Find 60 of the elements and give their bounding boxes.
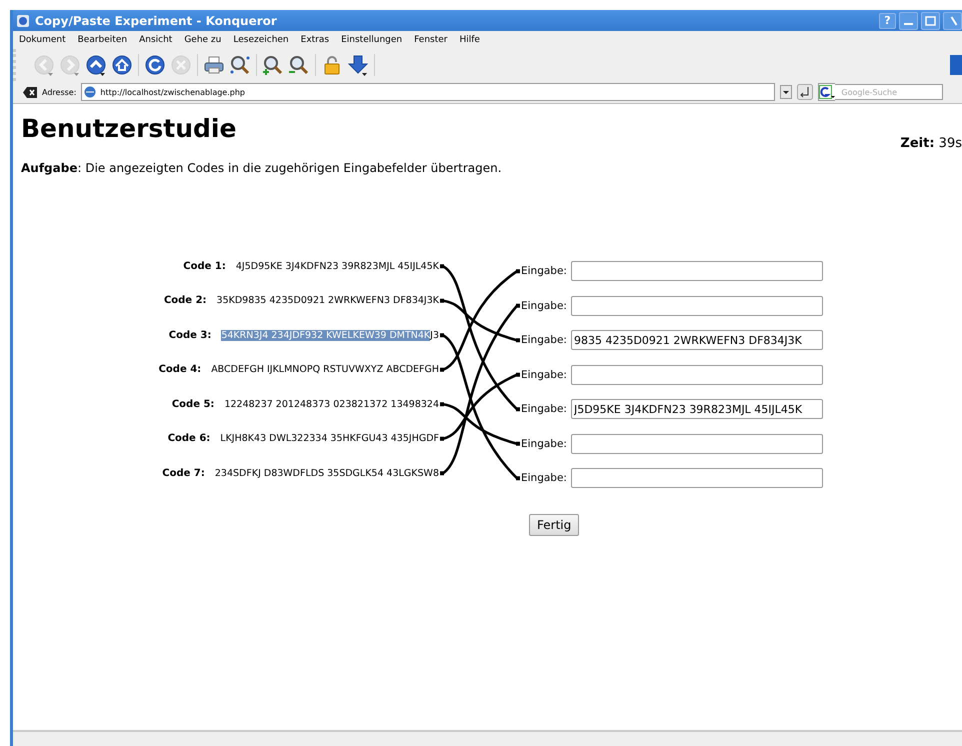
code-text: 4J5D95KE 3J4KDFN23 39R823MJL 45IJL45K: [236, 260, 439, 272]
home-icon[interactable]: [111, 54, 133, 76]
menu-item[interactable]: Dokument: [19, 35, 66, 45]
code-label: Code 7:: [162, 468, 205, 479]
menu-item[interactable]: Fenster: [414, 35, 448, 45]
timer-label: Zeit:: [900, 136, 935, 151]
menu-item[interactable]: Extras: [300, 35, 330, 45]
zoom-in-icon[interactable]: [262, 54, 284, 76]
globe-icon: [84, 86, 96, 98]
printer-icon[interactable]: [203, 54, 225, 76]
menu-item[interactable]: Gehe zu: [184, 35, 222, 45]
code-text: ABCDEFGH IJKLMNOPQ RSTUVWXYZ ABCDEFGH: [211, 364, 439, 376]
input-field[interactable]: [570, 434, 823, 454]
menu-item[interactable]: Hilfe: [460, 35, 480, 45]
close-icon[interactable]: [943, 12, 962, 30]
maximize-icon[interactable]: [921, 12, 940, 30]
zoom-out-icon[interactable]: [288, 54, 310, 76]
code-label: Code 2:: [164, 295, 207, 306]
input-label: Eingabe:: [521, 472, 567, 484]
code-label: Code 6:: [168, 433, 210, 444]
code-text: 234SDFKJ D83WDFLDS 35SDGLK54 43LGKSW8: [214, 468, 439, 479]
input-label: Eingabe:: [521, 438, 567, 450]
reload-icon[interactable]: [144, 54, 166, 76]
task-text: Aufgabe: Die angezeigten Codes in die zugehörigen Eingabefelder übertragen.: [21, 161, 503, 175]
minimize-icon[interactable]: [899, 12, 918, 30]
down-arrow-icon[interactable]: [347, 54, 369, 76]
input-label: Eingabe:: [521, 403, 567, 416]
input-label: Eingabe:: [521, 265, 567, 278]
code-text: 35KD9835 4235D0921 2WRKWEFN3 DF834J3K: [216, 295, 439, 306]
window-title: Copy/Paste Experiment - Konqueror: [35, 14, 278, 28]
code-text: J3: [430, 330, 439, 341]
menu-item[interactable]: Lesezeichen: [233, 35, 289, 45]
input-field[interactable]: [570, 364, 823, 385]
menu-item[interactable]: Bearbeiten: [78, 35, 128, 45]
find-icon[interactable]: [229, 54, 251, 76]
input-field[interactable]: 9835 4235D0921 2WRKWEFN3 DF834J3K: [570, 330, 823, 350]
input-field[interactable]: [570, 468, 823, 488]
code-text: 12248237 201248373 023821372 13498324: [224, 398, 439, 410]
code-label: Code 3:: [168, 330, 212, 341]
done-button[interactable]: Fertig: [529, 514, 580, 536]
input-label: Eingabe:: [521, 334, 567, 346]
address-label: Adresse:: [42, 88, 76, 96]
address-field[interactable]: http://localhost/zwischenablage.php: [81, 83, 776, 101]
selected-text: 54KRN3J4 234JDF932 KWELKEW39 DMTN4K: [221, 330, 430, 341]
input-field[interactable]: [570, 261, 823, 282]
input-field[interactable]: [570, 296, 823, 316]
app-icon[interactable]: [17, 14, 29, 26]
code-label: Code 4:: [158, 364, 202, 376]
code-label: Code 1:: [183, 260, 226, 272]
code-label: Code 5:: [172, 398, 214, 410]
code-text: LKJH8K43 DWL322334 35HKFGU43 435JHGDF: [220, 433, 439, 444]
enter-icon[interactable]: [797, 84, 814, 100]
timer-value: 39s: [938, 136, 962, 151]
menu-item[interactable]: Einstellungen: [341, 35, 402, 45]
dropdown-icon[interactable]: [780, 85, 792, 99]
input-label: Eingabe:: [521, 300, 567, 312]
menu-item[interactable]: Ansicht: [139, 35, 172, 45]
page-heading: Benutzerstudie: [21, 114, 238, 143]
clear-icon[interactable]: [23, 86, 37, 98]
input-label: Eingabe:: [521, 368, 567, 381]
